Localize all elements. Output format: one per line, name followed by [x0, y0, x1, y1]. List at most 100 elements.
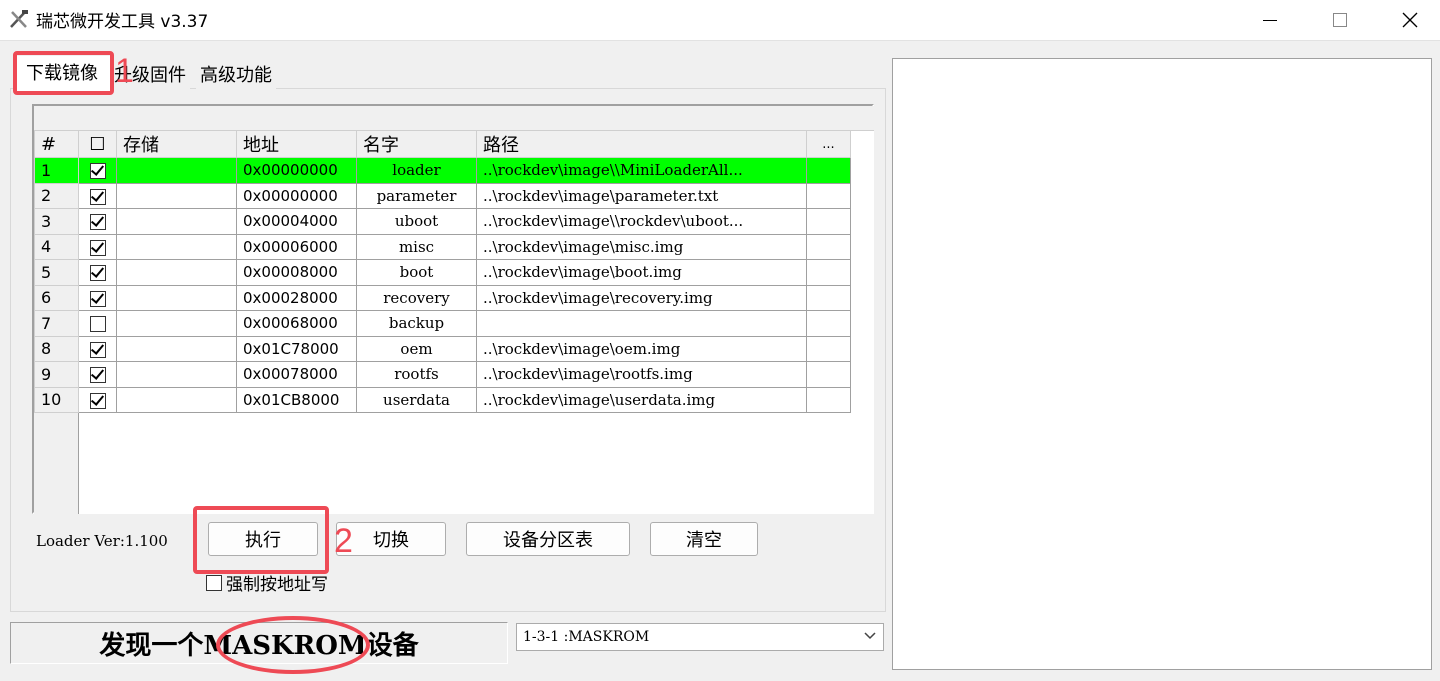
row-path[interactable]: ..\rockdev\image\boot.img [476, 259, 807, 286]
row-name[interactable]: boot [356, 259, 477, 286]
row-checkbox[interactable] [89, 163, 106, 180]
row-path[interactable]: ..\rockdev\image\\MiniLoaderAll... [476, 157, 807, 184]
row-storage[interactable] [116, 233, 237, 260]
row-checkbox-cell[interactable] [78, 259, 117, 286]
partition-grid: # ☐ 存储 地址 名字 路径 ... 1 0x00000000 loader ..\… [34, 130, 851, 413]
row-storage[interactable] [116, 284, 237, 311]
col-header-path[interactable]: 路径 [476, 130, 807, 158]
row-storage[interactable] [116, 335, 237, 362]
table-row[interactable]: 5 0x00008000 boot ..\rockdev\image\boot.img [34, 259, 851, 286]
row-storage[interactable] [116, 182, 237, 209]
row-storage[interactable] [116, 208, 237, 235]
row-more[interactable] [806, 284, 851, 311]
row-path[interactable]: ..\rockdev\image\\rockdev\uboot... [476, 208, 807, 235]
row-checkbox-cell[interactable] [78, 310, 117, 337]
row-checkbox[interactable] [89, 290, 106, 307]
maximize-icon [1333, 13, 1347, 27]
row-storage[interactable] [116, 386, 237, 413]
row-checkbox-cell[interactable] [78, 361, 117, 388]
row-name[interactable]: backup [356, 310, 477, 337]
row-checkbox-cell[interactable] [78, 284, 117, 311]
row-path[interactable]: ..\rockdev\image\userdata.img [476, 386, 807, 413]
row-more[interactable] [806, 310, 851, 337]
minimize-button[interactable] [1240, 0, 1300, 40]
row-index: 7 [34, 310, 79, 337]
maximize-button[interactable] [1310, 0, 1370, 40]
row-storage[interactable] [116, 310, 237, 337]
row-address[interactable]: 0x00068000 [236, 310, 357, 337]
row-name[interactable]: loader [356, 157, 477, 184]
row-storage[interactable] [116, 259, 237, 286]
row-path[interactable]: ..\rockdev\image\recovery.img [476, 284, 807, 311]
device-select[interactable]: 1-3-1 :MASKROM [516, 623, 884, 651]
row-more[interactable] [806, 335, 851, 362]
close-button[interactable] [1380, 0, 1440, 40]
table-row[interactable]: 4 0x00006000 misc ..\rockdev\image\misc.img [34, 233, 851, 260]
row-checkbox-cell[interactable] [78, 386, 117, 413]
row-checkbox-cell[interactable] [78, 208, 117, 235]
row-address[interactable]: 0x00078000 [236, 361, 357, 388]
row-address[interactable]: 0x00004000 [236, 208, 357, 235]
row-address[interactable]: 0x00006000 [236, 233, 357, 260]
row-checkbox[interactable] [89, 265, 106, 282]
row-more[interactable] [806, 361, 851, 388]
row-more[interactable] [806, 386, 851, 413]
row-checkbox[interactable] [89, 367, 106, 384]
row-address[interactable]: 0x01C78000 [236, 335, 357, 362]
row-checkbox[interactable] [89, 316, 106, 333]
row-address[interactable]: 0x01CB8000 [236, 386, 357, 413]
table-row[interactable]: 6 0x00028000 recovery ..\rockdev\image\reco… [34, 284, 851, 311]
table-row[interactable]: 10 0x01CB8000 userdata ..\rockdev\image\use… [34, 386, 851, 413]
row-storage[interactable] [116, 157, 237, 184]
row-address[interactable]: 0x00000000 [236, 157, 357, 184]
table-row[interactable]: 2 0x00000000 parameter ..\rockdev\image\par… [34, 182, 851, 209]
row-name[interactable]: parameter [356, 182, 477, 209]
col-header-checkbox[interactable]: ☐ [78, 130, 117, 158]
device-select-value: 1-3-1 :MASKROM [523, 629, 650, 645]
col-header-storage[interactable]: 存储 [116, 130, 237, 158]
table-row[interactable]: 9 0x00078000 rootfs ..\rockdev\image\rootfs… [34, 361, 851, 388]
row-checkbox[interactable] [89, 239, 106, 256]
table-row[interactable]: 1 0x00000000 loader ..\rockdev\image\\MiniL… [34, 157, 851, 184]
clear-button[interactable]: 清空 [650, 522, 758, 556]
table-row[interactable]: 8 0x01C78000 oem ..\rockdev\image\oem.img [34, 335, 851, 362]
log-output-pane[interactable] [892, 58, 1432, 670]
row-name[interactable]: oem [356, 335, 477, 362]
row-name[interactable]: recovery [356, 284, 477, 311]
row-more[interactable] [806, 157, 851, 184]
col-header-name[interactable]: 名字 [356, 130, 477, 158]
row-more[interactable] [806, 259, 851, 286]
row-name[interactable]: userdata [356, 386, 477, 413]
row-checkbox-cell[interactable] [78, 233, 117, 260]
row-address[interactable]: 0x00008000 [236, 259, 357, 286]
tab-advanced-features[interactable]: 高级功能 [196, 62, 276, 90]
row-name[interactable]: misc [356, 233, 477, 260]
row-name[interactable]: uboot [356, 208, 477, 235]
row-path[interactable]: ..\rockdev\image\rootfs.img [476, 361, 807, 388]
table-row[interactable]: 7 0x00068000 backup [34, 310, 851, 337]
col-header-more[interactable]: ... [806, 130, 851, 158]
row-checkbox[interactable] [89, 341, 106, 358]
row-name[interactable]: rootfs [356, 361, 477, 388]
row-address[interactable]: 0x00000000 [236, 182, 357, 209]
row-path[interactable]: ..\rockdev\image\oem.img [476, 335, 807, 362]
row-address[interactable]: 0x00028000 [236, 284, 357, 311]
col-header-address[interactable]: 地址 [236, 130, 357, 158]
row-more[interactable] [806, 208, 851, 235]
row-more[interactable] [806, 182, 851, 209]
row-checkbox[interactable] [89, 392, 106, 409]
col-header-index[interactable]: # [34, 130, 79, 158]
row-path[interactable]: ..\rockdev\image\misc.img [476, 233, 807, 260]
row-more[interactable] [806, 233, 851, 260]
row-checkbox[interactable] [89, 214, 106, 231]
row-checkbox-cell[interactable] [78, 182, 117, 209]
row-checkbox-cell[interactable] [78, 157, 117, 184]
force-address-checkbox[interactable] [206, 574, 222, 591]
table-row[interactable]: 3 0x00004000 uboot ..\rockdev\image\\rockde… [34, 208, 851, 235]
partition-table-button[interactable]: 设备分区表 [466, 522, 630, 556]
row-checkbox[interactable] [89, 188, 106, 205]
row-storage[interactable] [116, 361, 237, 388]
row-path[interactable] [476, 310, 807, 337]
row-path[interactable]: ..\rockdev\image\parameter.txt [476, 182, 807, 209]
row-checkbox-cell[interactable] [78, 335, 117, 362]
